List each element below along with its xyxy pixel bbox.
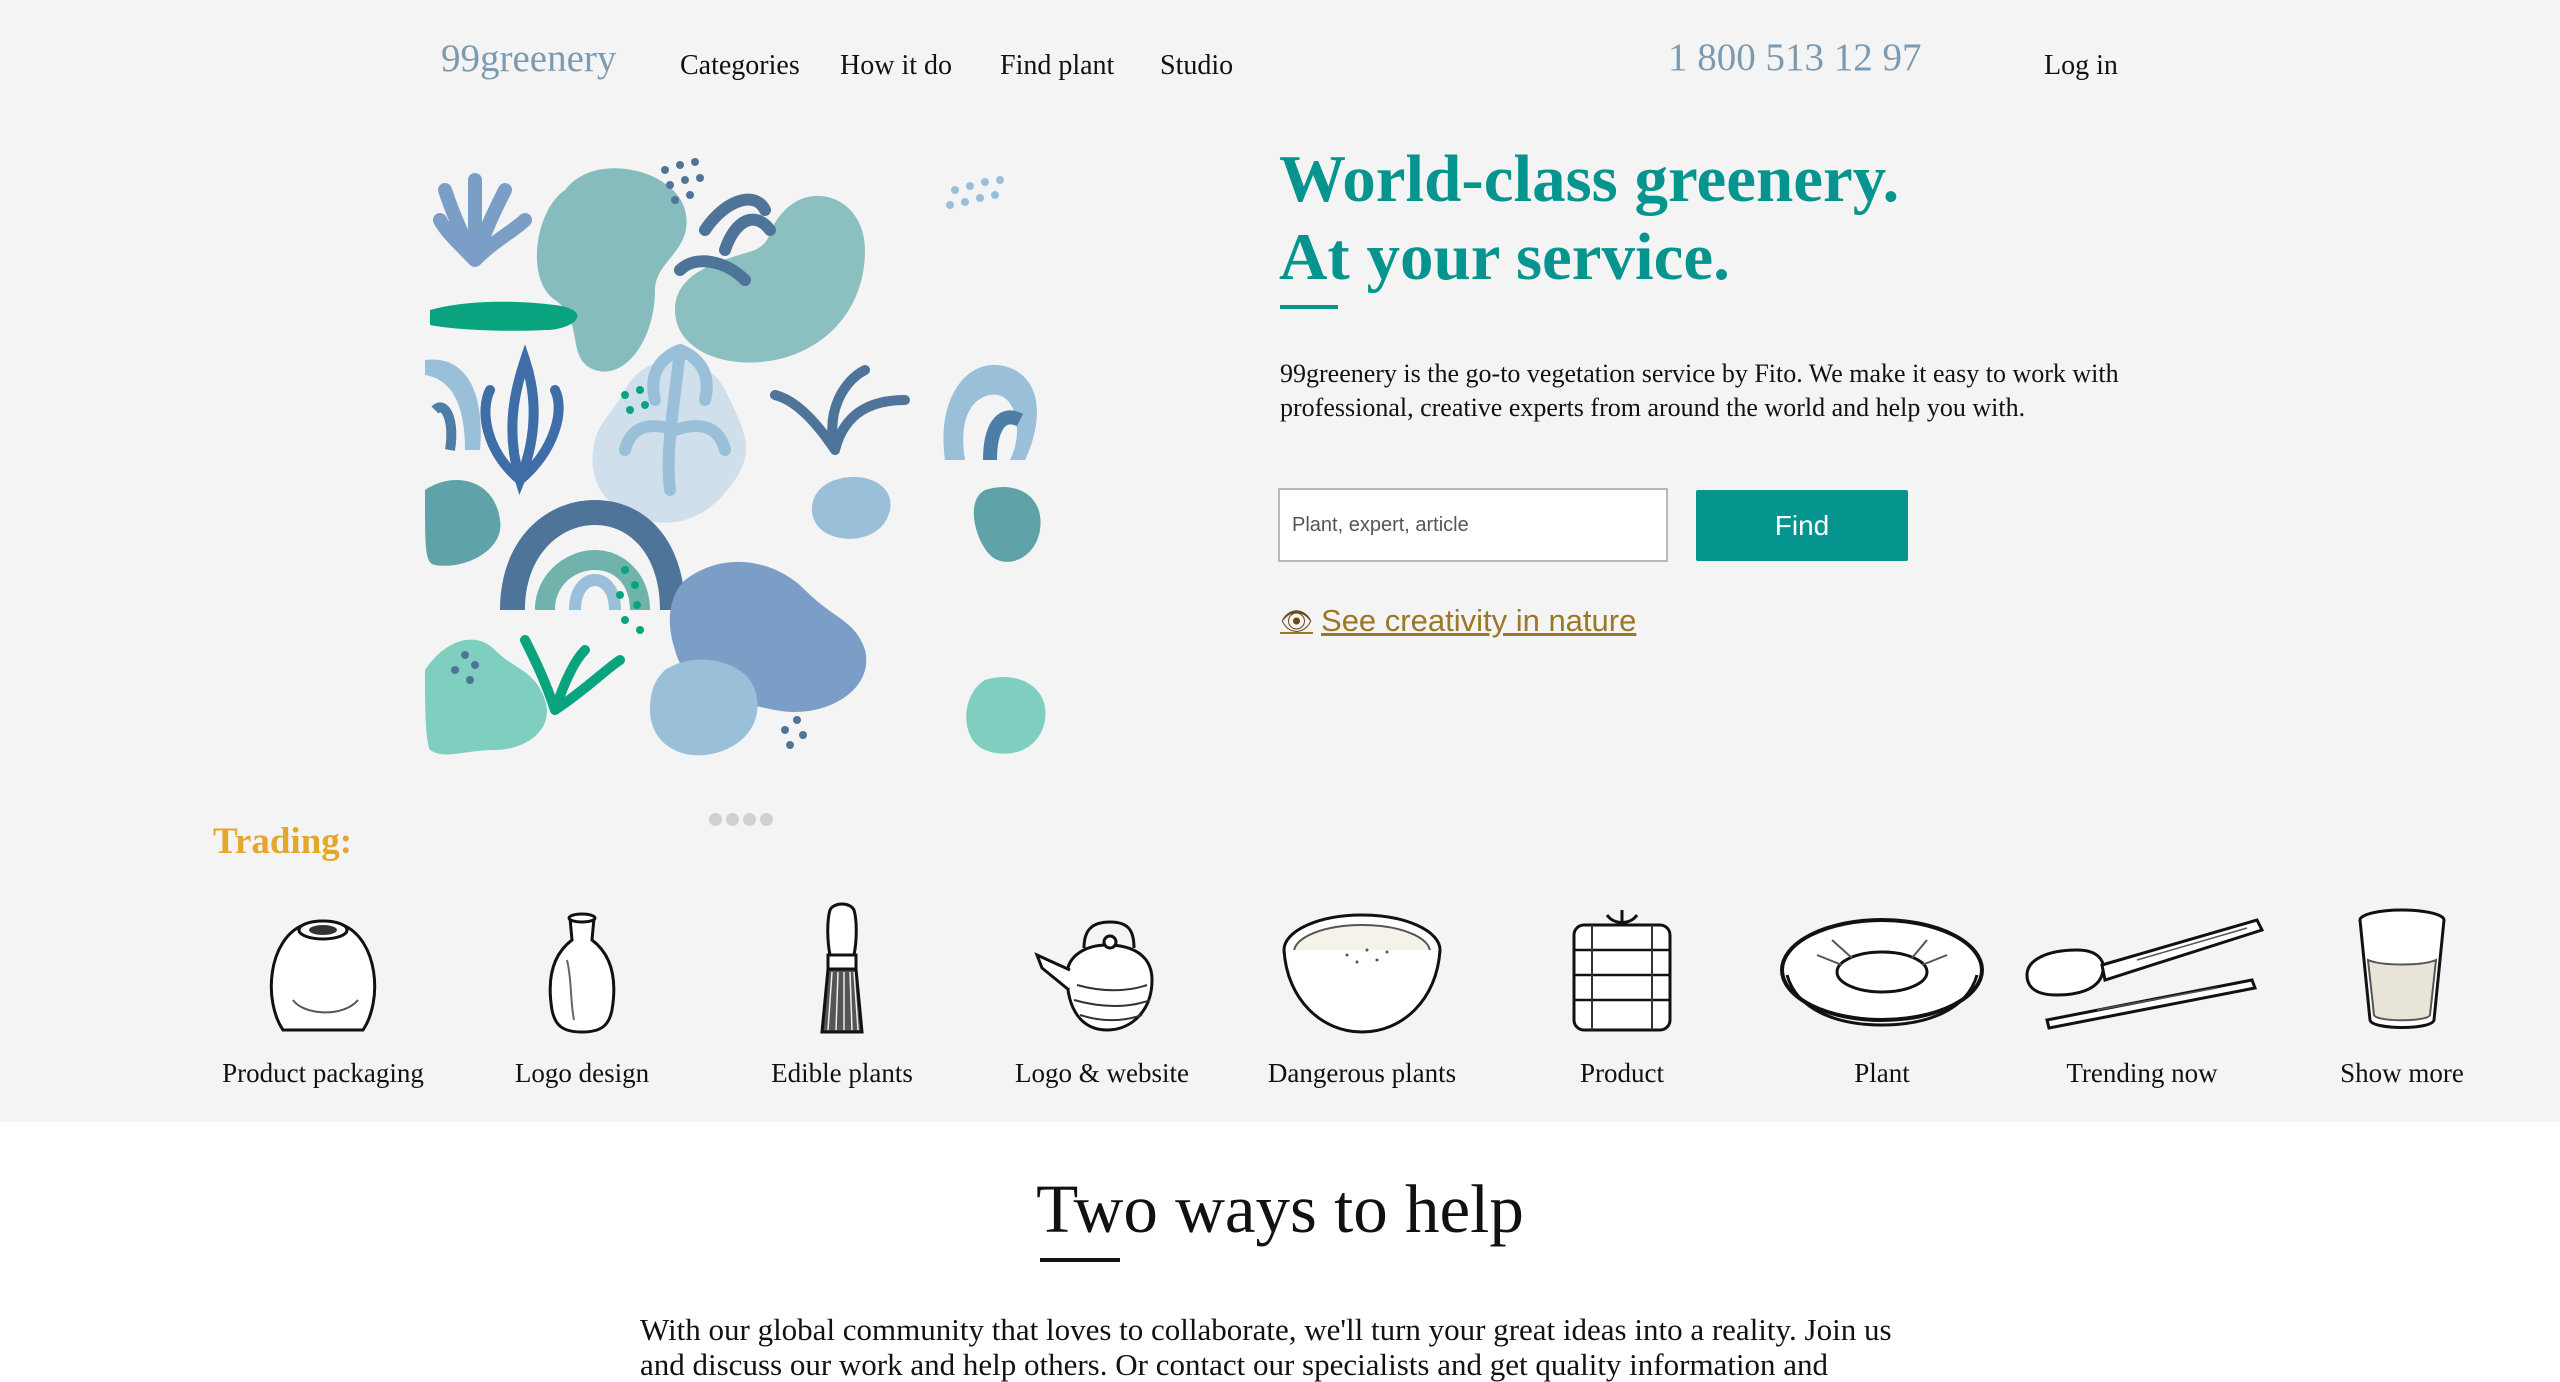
bowl-icon [1282,913,1442,1034]
category-label: Edible plants [771,1058,913,1088]
category-label: Product packaging [222,1058,424,1088]
nav-categories[interactable]: Categories [680,50,800,82]
hero-title-underline [1280,305,1338,309]
hero-title-line2: At your service. [1279,220,1730,294]
carousel-dots [709,813,773,826]
plants-illustration [425,158,1046,756]
find-button[interactable]: Find [1696,490,1908,561]
site-logo[interactable]: 99greenery [441,36,616,81]
category-show-more[interactable]: Show more [2272,900,2532,1088]
glass-cup-icon [2358,908,2446,1029]
category-label: Plant [1854,1058,1910,1088]
eye-icon: 👁 [1280,605,1314,636]
section-title: Two ways to help [1036,1171,1524,1247]
teapot-icon [1034,920,1154,1032]
search-input[interactable] [1278,488,1668,562]
carousel-dot[interactable] [760,813,773,826]
trading-title: Trading: [213,821,353,862]
category-product[interactable]: Product [1492,900,1752,1088]
whisk-icon [820,902,864,1034]
spoon-icon [2025,918,2265,1030]
category-logo-website[interactable]: Logo & website [972,900,1232,1088]
nav-find-plant[interactable]: Find plant [1000,50,1114,82]
category-product-packaging[interactable]: Product packaging [193,900,453,1088]
hero-description: 99greenery is the go-to vegetation servi… [1280,359,2119,422]
category-label: Product [1580,1058,1664,1088]
category-plant[interactable]: Plant [1752,900,2012,1088]
tea-bundle-icon [1572,910,1672,1032]
round-vase-icon [269,919,377,1032]
category-logo-design[interactable]: Logo design [452,900,712,1088]
section-description: With our global community that loves to … [640,1312,1892,1382]
category-label: Show more [2340,1058,2464,1088]
carousel-dot[interactable] [709,813,722,826]
category-label: Logo & website [1015,1058,1189,1088]
plate-icon [1780,918,1984,1027]
nav-studio[interactable]: Studio [1160,50,1233,82]
see-creativity-link[interactable]: 👁 See creativity in nature [1280,603,1636,639]
nav-how-it-do[interactable]: How it do [840,50,952,82]
category-label: Logo design [514,1058,650,1088]
bottle-vase-icon [548,912,616,1034]
category-label: Dangerous plants [1267,1058,1457,1088]
category-dangerous-plants[interactable]: Dangerous plants [1232,900,1492,1088]
carousel-dot[interactable] [743,813,756,826]
hero-title-line1: World-class greenery. [1279,142,1900,216]
category-edible-plants[interactable]: Edible plants [712,900,972,1088]
see-creativity-label: See creativity in nature [1321,603,1637,638]
section-title-underline [1040,1258,1120,1262]
hero-title: World-class greenery. At your service. [1279,140,1899,296]
phone-number[interactable]: 1 800 513 12 97 [1668,35,1922,80]
category-label: Trending now [2066,1058,2218,1088]
carousel-dot[interactable] [726,813,739,826]
login-link[interactable]: Log in [2044,50,2118,82]
category-trending-now[interactable]: Trending now [2012,900,2272,1088]
